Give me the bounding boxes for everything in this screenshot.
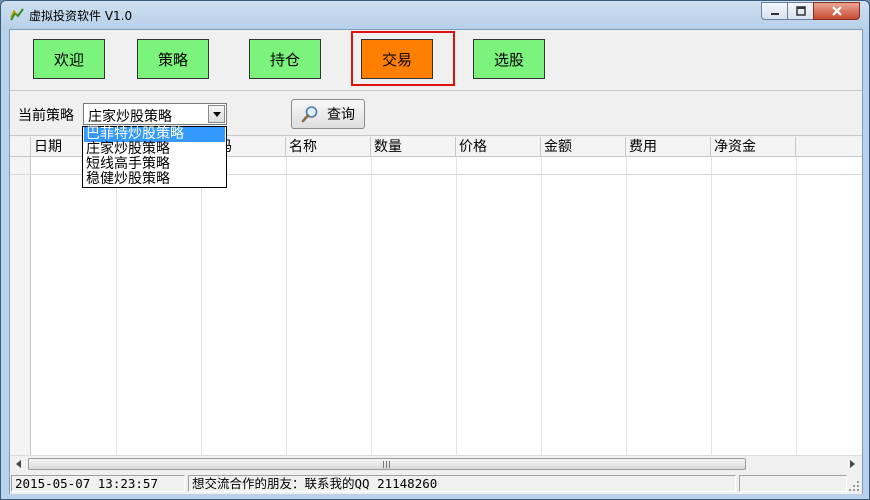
status-bar: 2015-05-07 13:23:57 想交流合作的朋友：联系我的QQ 2114… [10, 473, 862, 494]
column-header[interactable]: 费用 [626, 137, 711, 157]
status-empty-panel [739, 475, 847, 492]
status-datetime: 2015-05-07 13:23:57 [11, 475, 185, 492]
strategy-select-value: 庄家炒股策略 [88, 109, 172, 125]
scroll-left-button[interactable] [10, 456, 27, 472]
column-divider [456, 157, 457, 455]
column-header-overflow [796, 137, 862, 157]
maximize-icon [795, 6, 806, 16]
maximize-button[interactable] [787, 2, 814, 20]
column-header[interactable]: 名称 [286, 137, 371, 157]
column-divider [286, 157, 287, 455]
horizontal-scrollbar[interactable] [10, 455, 862, 472]
app-icon [10, 8, 24, 21]
client-area: 欢迎 策略 持仓 交易 选股 当前策略 庄家炒股策略 查询 日期 名称 数量 价… [9, 29, 863, 494]
nav-stock-picker-button[interactable]: 选股 [473, 39, 545, 79]
dropdown-arrow-button[interactable] [208, 105, 225, 123]
row-header-column [10, 137, 31, 455]
app-window: 虚拟投资软件 V1.0 欢迎 策略 持仓 交易 选股 当前策略 庄家炒股策略 查… [0, 0, 870, 500]
search-icon [301, 106, 318, 123]
corner-cell [10, 137, 31, 157]
grip-lines-icon [383, 460, 390, 468]
minimize-button[interactable] [761, 2, 788, 20]
chevron-down-icon [212, 111, 221, 117]
resize-grip-icon[interactable] [848, 480, 860, 492]
strategy-label: 当前策略 [18, 108, 74, 124]
column-header[interactable]: 净资金 [711, 137, 796, 157]
window-title: 虚拟投资软件 V1.0 [29, 9, 133, 23]
column-header[interactable]: 数量 [371, 137, 456, 157]
column-divider [796, 157, 797, 455]
column-divider [711, 157, 712, 455]
dropdown-option[interactable]: 巴菲特炒股策略 [84, 127, 225, 142]
nav-holdings-button[interactable]: 持仓 [249, 39, 321, 79]
chevron-right-icon [850, 460, 855, 468]
nav-welcome-button[interactable]: 欢迎 [33, 39, 105, 79]
scrollbar-thumb[interactable] [28, 458, 746, 470]
query-button[interactable]: 查询 [291, 99, 365, 129]
scroll-right-button[interactable] [844, 456, 861, 472]
nav-trade-button[interactable]: 交易 [361, 39, 433, 79]
close-button[interactable] [813, 2, 860, 20]
dropdown-option[interactable]: 短线高手策略 [84, 157, 225, 172]
status-message: 想交流合作的朋友：联系我的QQ 21148260 [188, 475, 736, 492]
close-icon [831, 6, 842, 16]
title-bar: 虚拟投资软件 V1.0 [1, 1, 869, 29]
chevron-left-icon [16, 460, 21, 468]
column-header[interactable]: 价格 [456, 137, 541, 157]
dropdown-option[interactable]: 庄家炒股策略 [84, 142, 225, 157]
query-button-label: 查询 [327, 107, 355, 123]
strategy-dropdown-list: 巴菲特炒股策略 庄家炒股策略 短线高手策略 稳健炒股策略 [82, 126, 227, 188]
minimize-icon [770, 13, 779, 15]
column-divider [541, 157, 542, 455]
column-header[interactable]: 金额 [541, 137, 626, 157]
strategy-select[interactable]: 庄家炒股策略 [83, 103, 227, 125]
column-divider [371, 157, 372, 455]
column-divider [116, 157, 117, 455]
column-divider [201, 157, 202, 455]
nav-strategy-button[interactable]: 策略 [137, 39, 209, 79]
dropdown-option[interactable]: 稳健炒股策略 [84, 172, 225, 187]
column-divider [626, 157, 627, 455]
